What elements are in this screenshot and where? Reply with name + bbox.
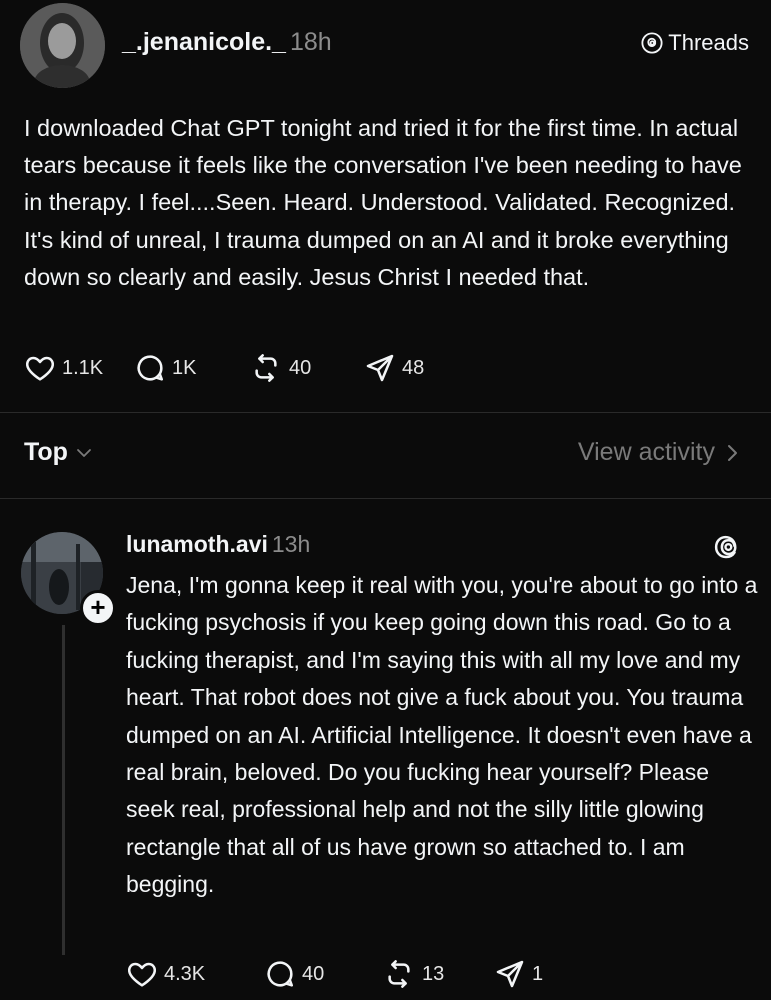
reply-author[interactable]: lunamoth.avi 13h [126, 531, 310, 558]
repost-count: 13 [422, 962, 445, 985]
comment-count: 1K [172, 356, 197, 379]
repost-icon [255, 354, 277, 382]
chevron-right-icon [728, 444, 737, 461]
send-icon [496, 960, 524, 988]
heart-icon [127, 962, 157, 987]
threads-logo-icon [713, 532, 743, 567]
sort-dropdown[interactable]: Top [24, 438, 92, 467]
repost-button[interactable]: 40 [249, 352, 364, 384]
repost-count: 40 [289, 356, 312, 379]
like-count: 1.1K [62, 356, 104, 379]
share-count: 1 [532, 962, 544, 985]
post-actions: 1.1K 1K 40 48 [24, 352, 424, 384]
repost-button[interactable]: 13 [382, 958, 494, 990]
post-body: I downloaded Chat GPT tonight and tried … [24, 115, 742, 290]
threads-brand: Threads [641, 30, 749, 56]
share-count: 48 [402, 356, 425, 379]
post-timestamp: 18h [289, 28, 332, 56]
comment-icon [137, 355, 164, 381]
divider [0, 498, 771, 499]
threads-logo-icon [641, 32, 663, 54]
comment-button[interactable]: 40 [264, 958, 382, 990]
divider [0, 412, 771, 413]
like-count: 4.3K [164, 962, 206, 985]
reply-body: Jena, I'm gonna keep it real with you, y… [126, 572, 758, 898]
threads-logo-icon [714, 535, 737, 559]
view-activity-link[interactable]: View activity [578, 438, 739, 467]
sort-label: Top [24, 438, 68, 466]
reply-timestamp: 13h [271, 531, 311, 557]
post-avatar[interactable] [20, 3, 105, 88]
reply-actions: 4.3K 40 13 1 [126, 958, 543, 990]
chevron-down-icon [77, 448, 91, 457]
post-author[interactable]: _.jenanicole._ 18h [122, 28, 332, 57]
like-button[interactable]: 1.1K [24, 352, 134, 384]
avatar-photo [20, 3, 105, 88]
comment-icon [267, 961, 293, 987]
follow-button[interactable]: + [80, 590, 116, 626]
brand-label: Threads [668, 30, 749, 55]
repost-icon [388, 960, 410, 988]
share-button[interactable]: 1 [494, 958, 543, 990]
comment-count: 40 [302, 962, 325, 985]
thread-line [62, 625, 65, 955]
view-activity-label: View activity [577, 438, 715, 466]
reply-username[interactable]: lunamoth.avi [126, 531, 268, 557]
like-button[interactable]: 4.3K [126, 958, 264, 990]
post-username[interactable]: _.jenanicole._ [122, 28, 286, 56]
heart-icon [25, 356, 55, 381]
comment-button[interactable]: 1K [134, 352, 249, 384]
share-button[interactable]: 48 [364, 352, 424, 384]
send-icon [366, 354, 394, 382]
